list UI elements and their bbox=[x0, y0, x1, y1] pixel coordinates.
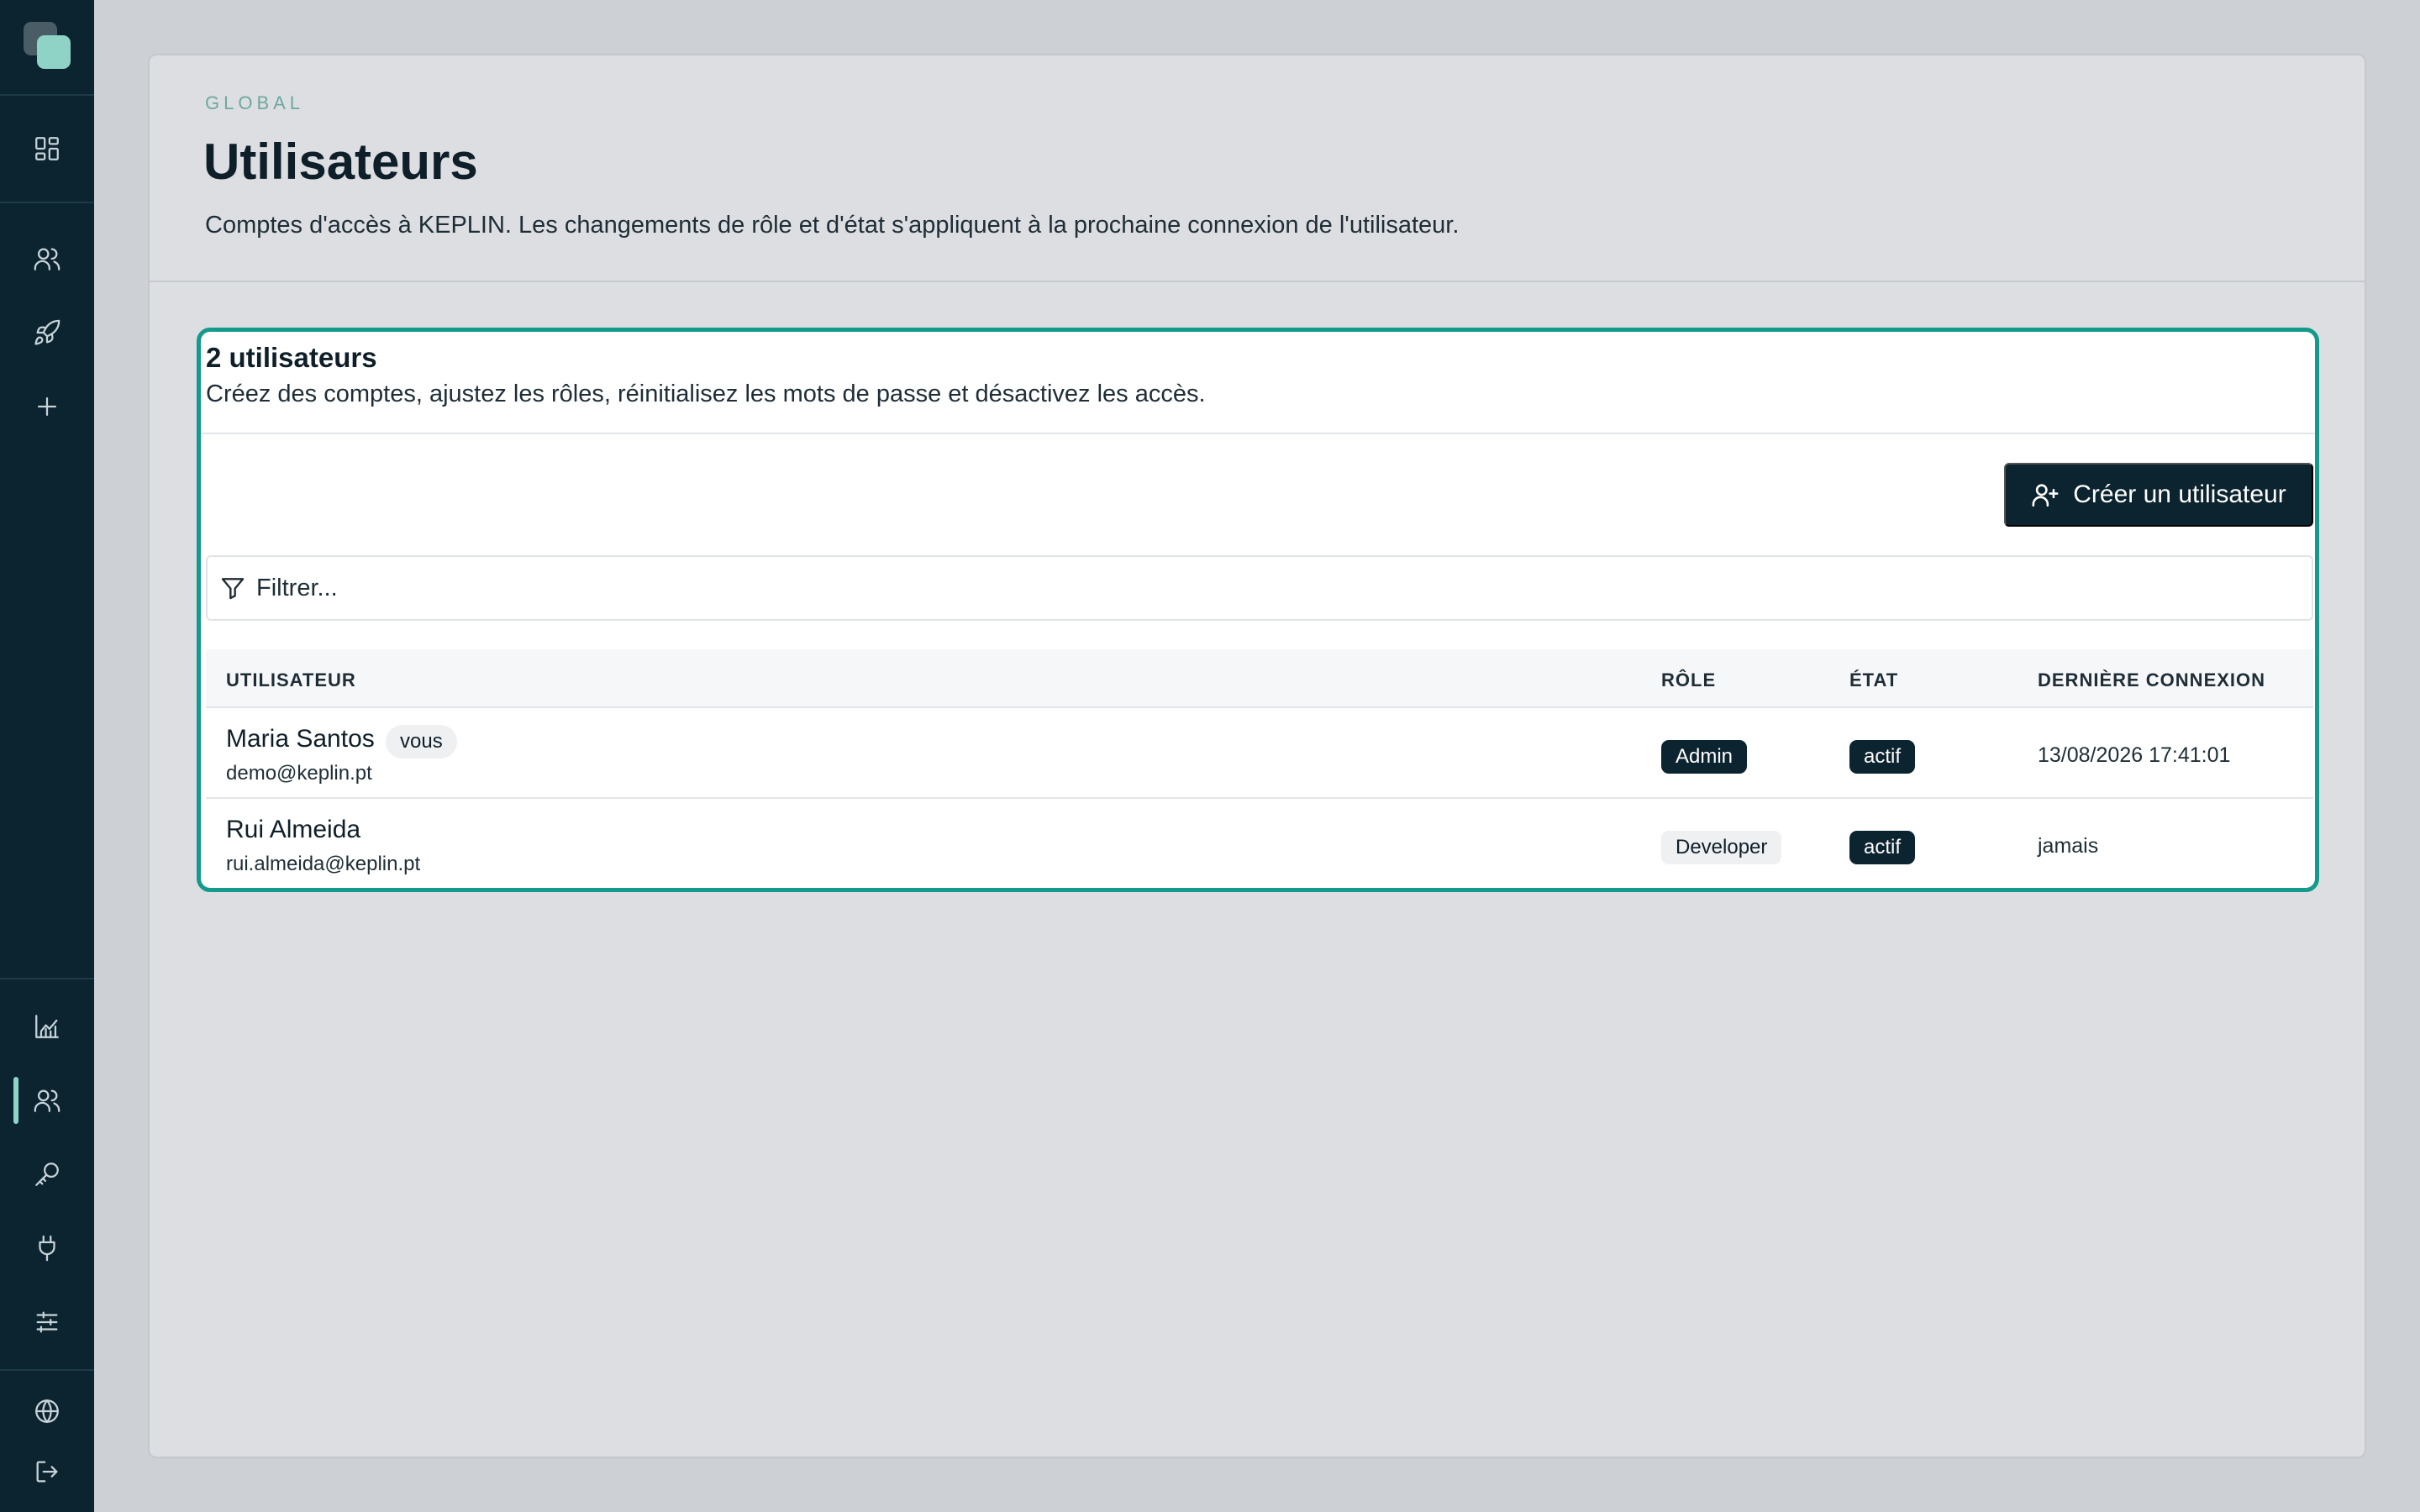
app-logo[interactable] bbox=[24, 22, 71, 69]
user-name[interactable]: Maria Santos bbox=[226, 725, 375, 753]
user-email: demo@keplin.pt bbox=[226, 762, 372, 785]
logout-icon[interactable] bbox=[27, 1452, 67, 1492]
column-header-role[interactable]: RÔLE bbox=[1661, 669, 1716, 691]
plus-icon[interactable] bbox=[27, 386, 67, 427]
user-email: rui.almeida@keplin.pt bbox=[226, 853, 421, 875]
key-icon[interactable] bbox=[27, 1154, 67, 1194]
last-login: jamais bbox=[2038, 834, 2099, 858]
users-icon[interactable] bbox=[27, 239, 67, 279]
create-user-button[interactable]: Créer un utilisateur bbox=[2004, 463, 2313, 527]
sidebar-divider bbox=[0, 94, 94, 96]
filter-icon bbox=[221, 578, 245, 600]
last-login: 13/08/2026 17:41:01 bbox=[2038, 743, 2231, 767]
sliders-icon[interactable] bbox=[27, 1302, 67, 1342]
status-badge[interactable]: actif bbox=[1849, 740, 1916, 774]
role-badge[interactable]: Admin bbox=[1661, 740, 1748, 774]
you-badge: vous bbox=[386, 725, 457, 759]
filter-field[interactable] bbox=[206, 555, 2313, 621]
active-indicator bbox=[13, 1077, 18, 1124]
globe-icon[interactable] bbox=[27, 1391, 67, 1431]
breadcrumb: GLOBAL bbox=[205, 92, 305, 113]
table-header: UTILISATEUR RÔLE ÉTAT DERNIÈRE CONNEXION bbox=[206, 649, 2313, 708]
table-row[interactable]: Maria Santos vous demo@keplin.pt Admin a… bbox=[206, 710, 2313, 799]
plug-icon[interactable] bbox=[27, 1228, 67, 1268]
user-plus-icon bbox=[2032, 484, 2059, 507]
analytics-icon[interactable] bbox=[27, 1006, 67, 1047]
panel-subtitle: Créez des comptes, ajustez les rôles, ré… bbox=[206, 381, 1206, 407]
sidebar-divider bbox=[0, 202, 94, 203]
table-row[interactable]: Rui Almeida rui.almeida@keplin.pt Develo… bbox=[206, 801, 2313, 888]
create-user-label: Créer un utilisateur bbox=[2073, 480, 2286, 508]
rocket-icon[interactable] bbox=[27, 312, 67, 353]
dashboard-icon[interactable] bbox=[27, 129, 67, 169]
column-header-user[interactable]: UTILISATEUR bbox=[226, 669, 356, 691]
page-description: Comptes d'accès à KEPLIN. Les changement… bbox=[205, 212, 1460, 239]
users-panel: 2 utilisateurs Créez des comptes, ajuste… bbox=[197, 328, 2319, 892]
column-header-state[interactable]: ÉTAT bbox=[1849, 669, 1898, 691]
sidebar-divider bbox=[0, 978, 94, 979]
sidebar-divider bbox=[0, 1369, 94, 1371]
page-header: GLOBAL Utilisateurs Comptes d'accès à KE… bbox=[150, 55, 2365, 282]
panel-divider bbox=[201, 433, 2315, 434]
users-icon[interactable] bbox=[27, 1080, 67, 1121]
role-badge[interactable]: Developer bbox=[1661, 831, 1782, 864]
column-header-last-login[interactable]: DERNIÈRE CONNEXION bbox=[2038, 669, 2265, 691]
filter-input[interactable] bbox=[256, 574, 2273, 602]
user-name[interactable]: Rui Almeida bbox=[226, 816, 360, 844]
sidebar bbox=[0, 0, 94, 1512]
status-badge[interactable]: actif bbox=[1849, 831, 1916, 864]
page-title: Utilisateurs bbox=[203, 134, 478, 190]
users-count: 2 utilisateurs bbox=[206, 342, 377, 373]
